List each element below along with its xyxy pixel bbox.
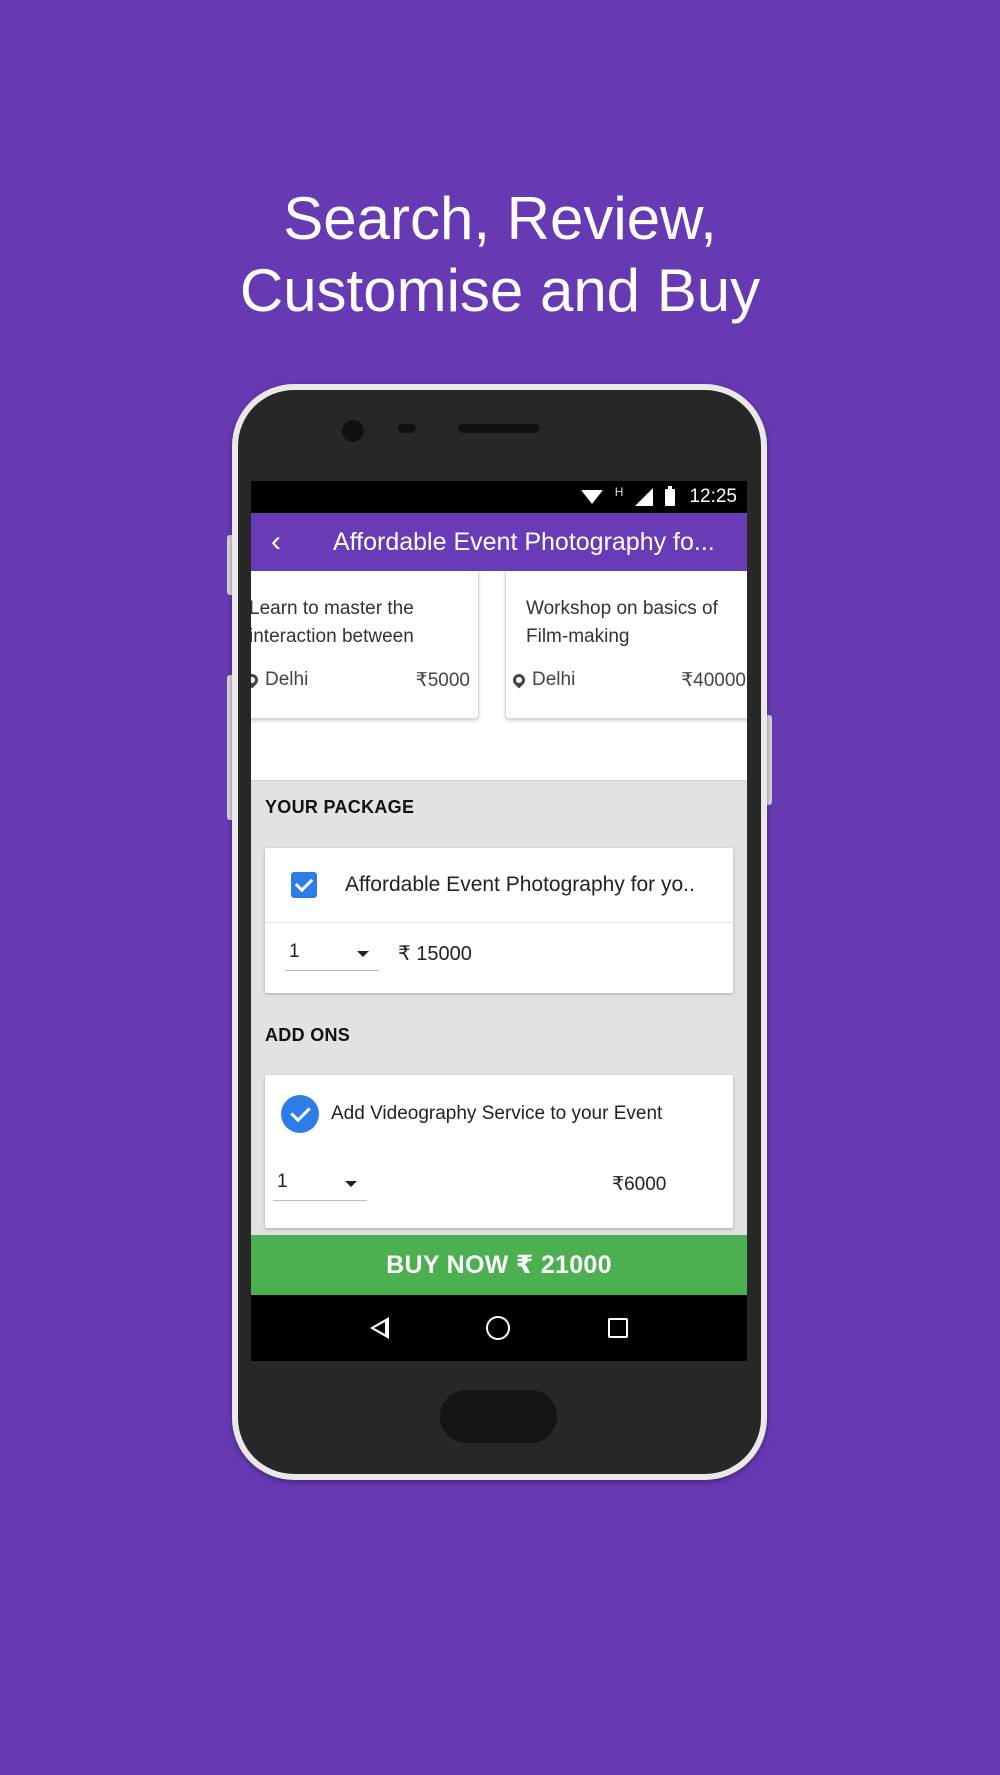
signal-icon <box>635 488 654 506</box>
card-location-text: Delhi <box>265 669 309 690</box>
status-bar: H 12:25 <box>251 481 747 513</box>
battery-icon <box>665 485 676 506</box>
addon-checkbox[interactable] <box>281 1095 319 1133</box>
headline-line-1: Search, Review, <box>283 185 717 252</box>
card-location: Delhi <box>251 669 308 691</box>
package-quantity-row: 1 ₹ 15000 <box>265 923 733 993</box>
package-checkbox[interactable] <box>291 872 317 898</box>
addon-name: Add Videography Service to your Event <box>331 1103 663 1124</box>
headline-line-2: Customise and Buy <box>239 257 761 324</box>
location-pin-icon <box>251 671 261 689</box>
card-description: Learn to master the interaction between <box>251 598 414 647</box>
related-card[interactable]: Learn to master the interaction between … <box>251 571 479 719</box>
front-camera <box>342 420 364 442</box>
back-arrow-icon[interactable]: ‹ <box>251 513 301 571</box>
page-title: Affordable Event Photography fo... <box>333 527 715 556</box>
add-ons-heading: ADD ONS <box>265 1025 351 1045</box>
android-nav-bar <box>251 1295 747 1361</box>
location-pin-icon <box>510 671 528 689</box>
package-price: ₹ 15000 <box>398 943 472 965</box>
related-cards-carousel[interactable]: Learn to master the interaction between … <box>251 571 747 781</box>
your-package-heading: YOUR PACKAGE <box>265 797 415 817</box>
card-price: ₹5000 <box>415 670 470 691</box>
addon-price: ₹6000 <box>612 1174 667 1195</box>
phone-home-button <box>440 1390 557 1443</box>
addon-panel: Add Videography Service to your Event 1 … <box>265 1075 733 1228</box>
package-panel: Affordable Event Photography for yo.. 1 … <box>265 848 733 993</box>
card-price: ₹40000 <box>681 670 746 691</box>
wifi-icon <box>580 490 603 504</box>
app-bar: ‹ Affordable Event Photography fo... <box>251 513 747 571</box>
phone-speaker <box>458 424 540 433</box>
buy-now-button[interactable]: BUY NOW ₹ 21000 <box>251 1235 747 1295</box>
addon-quantity-select[interactable]: 1 <box>273 1171 367 1201</box>
package-name: Affordable Event Photography for yo.. <box>345 873 695 896</box>
headline: Search, Review, Customise and Buy <box>0 183 1000 327</box>
network-type: H <box>614 485 624 499</box>
card-location: Delhi <box>510 669 576 691</box>
related-card[interactable]: Workshop on basics of Film-making Delhi … <box>505 571 747 719</box>
card-description: Workshop on basics of Film-making <box>526 598 718 647</box>
nav-home-icon[interactable] <box>486 1316 511 1340</box>
caret-down-icon <box>345 1181 357 1187</box>
card-location-text: Delhi <box>532 669 576 690</box>
package-quantity-value: 1 <box>289 941 300 962</box>
status-time: 12:25 <box>689 486 737 507</box>
nav-recents-icon[interactable] <box>608 1318 629 1338</box>
caret-down-icon <box>357 951 369 957</box>
package-quantity-select[interactable]: 1 <box>285 941 379 971</box>
package-row: Affordable Event Photography for yo.. <box>265 848 733 923</box>
phone-screen: H 12:25 ‹ Affordable Event Photography f… <box>251 481 747 1361</box>
addon-quantity-value: 1 <box>277 1171 288 1192</box>
nav-back-icon[interactable] <box>369 1317 389 1339</box>
phone-sensor <box>398 424 416 433</box>
